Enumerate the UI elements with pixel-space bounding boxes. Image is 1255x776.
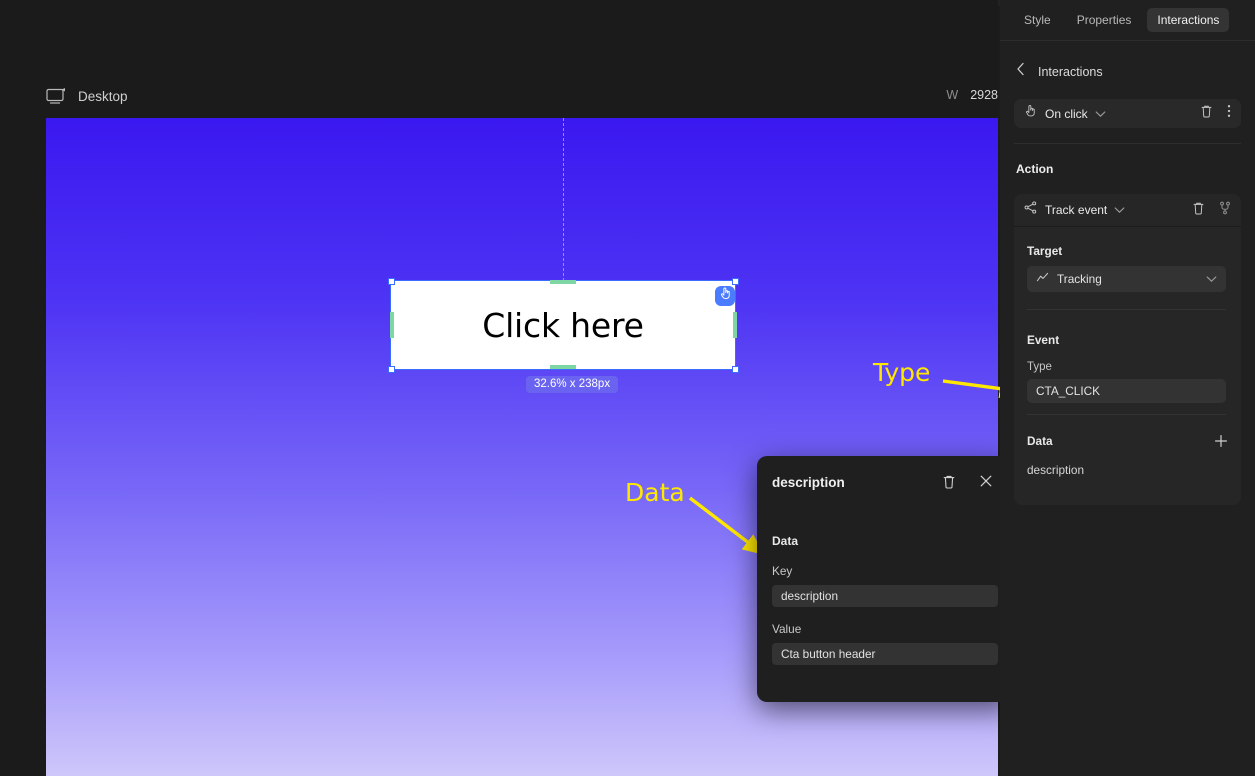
- dialog-key-label: Key: [772, 564, 998, 578]
- frame-width-label: W: [946, 88, 958, 102]
- action-heading: Action: [1016, 162, 1053, 176]
- data-item-description[interactable]: description: [1027, 463, 1084, 477]
- right-panel: Style Properties Interactions Interactio…: [1000, 0, 1255, 776]
- target-select-value: Tracking: [1057, 272, 1102, 286]
- chevron-left-icon[interactable]: [1016, 62, 1026, 81]
- chevron-down-icon[interactable]: [1095, 105, 1106, 123]
- dialog-title: description: [772, 475, 845, 490]
- action-card-track-event[interactable]: Track event: [1014, 194, 1241, 505]
- pointer-hand-icon: [719, 287, 732, 305]
- monitor-icon: [46, 87, 68, 105]
- click-interaction-badge[interactable]: [715, 286, 735, 306]
- trigger-row-on-click[interactable]: On click: [1014, 99, 1241, 128]
- annotation-type-label: Type: [873, 358, 930, 387]
- line-chart-icon: [1036, 271, 1049, 287]
- event-type-input[interactable]: CTA_CLICK: [1027, 379, 1226, 403]
- dialog-section-title: Data: [772, 534, 998, 548]
- selected-element-label: Click here: [391, 281, 735, 369]
- data-entry-dialog[interactable]: description Data Key description Value C…: [757, 456, 1013, 702]
- edge-guide-left: [390, 312, 394, 338]
- action-card-header[interactable]: Track event: [1014, 194, 1241, 227]
- frame-size-readout: W 2928: [946, 88, 998, 102]
- resize-handle-bottom-left[interactable]: [388, 366, 395, 373]
- data-section-title: Data: [1027, 434, 1053, 448]
- dialog-value-input[interactable]: Cta button header: [772, 643, 998, 665]
- resize-handle-top-left[interactable]: [388, 278, 395, 285]
- trash-icon[interactable]: [942, 474, 956, 494]
- edge-guide-right: [733, 312, 737, 338]
- edge-guide-top: [550, 280, 576, 284]
- target-select[interactable]: Tracking: [1027, 266, 1226, 292]
- chevron-down-icon[interactable]: [1206, 272, 1217, 286]
- event-section-title: Event: [1027, 333, 1059, 347]
- action-label: Track event: [1045, 203, 1107, 217]
- breadcrumb-label: Interactions: [1038, 65, 1103, 79]
- card-divider-event: [1027, 414, 1226, 415]
- frame-label[interactable]: Desktop: [46, 87, 128, 105]
- resize-handle-top-right[interactable]: [732, 278, 739, 285]
- dialog-value-label: Value: [772, 622, 998, 636]
- trash-icon[interactable]: [1192, 201, 1205, 220]
- card-divider-target: [1027, 309, 1226, 310]
- plus-icon[interactable]: [1214, 434, 1228, 453]
- panel-tabs: Style Properties Interactions: [1000, 0, 1255, 41]
- annotation-data-label: Data: [625, 478, 685, 507]
- edge-guide-bottom: [550, 365, 576, 369]
- dialog-key-input[interactable]: description: [772, 585, 998, 607]
- share-nodes-icon: [1024, 201, 1037, 219]
- frame-name: Desktop: [78, 89, 128, 104]
- tab-style[interactable]: Style: [1014, 8, 1061, 32]
- chevron-down-icon[interactable]: [1114, 201, 1125, 219]
- resize-handle-bottom-right[interactable]: [732, 366, 739, 373]
- trash-icon[interactable]: [1200, 104, 1213, 123]
- dialog-body: Data Key description Value Cta button he…: [772, 534, 998, 680]
- frame-header: Desktop W 2928: [46, 84, 998, 112]
- panel-divider-top: [1014, 143, 1241, 144]
- pointer-hand-icon: [1024, 104, 1037, 123]
- dimension-badge: 32.6% x 238px: [526, 376, 618, 393]
- frame-width-value: 2928: [970, 88, 998, 102]
- breadcrumb: Interactions: [1016, 62, 1103, 81]
- more-vertical-icon[interactable]: [1227, 104, 1231, 123]
- center-alignment-guide: [563, 118, 564, 286]
- tab-interactions[interactable]: Interactions: [1147, 8, 1229, 32]
- branch-icon[interactable]: [1219, 201, 1231, 220]
- event-type-label: Type: [1027, 361, 1052, 373]
- tab-properties[interactable]: Properties: [1067, 8, 1142, 32]
- close-icon[interactable]: [979, 474, 993, 493]
- target-section-title: Target: [1027, 244, 1062, 258]
- trigger-label: On click: [1045, 107, 1088, 121]
